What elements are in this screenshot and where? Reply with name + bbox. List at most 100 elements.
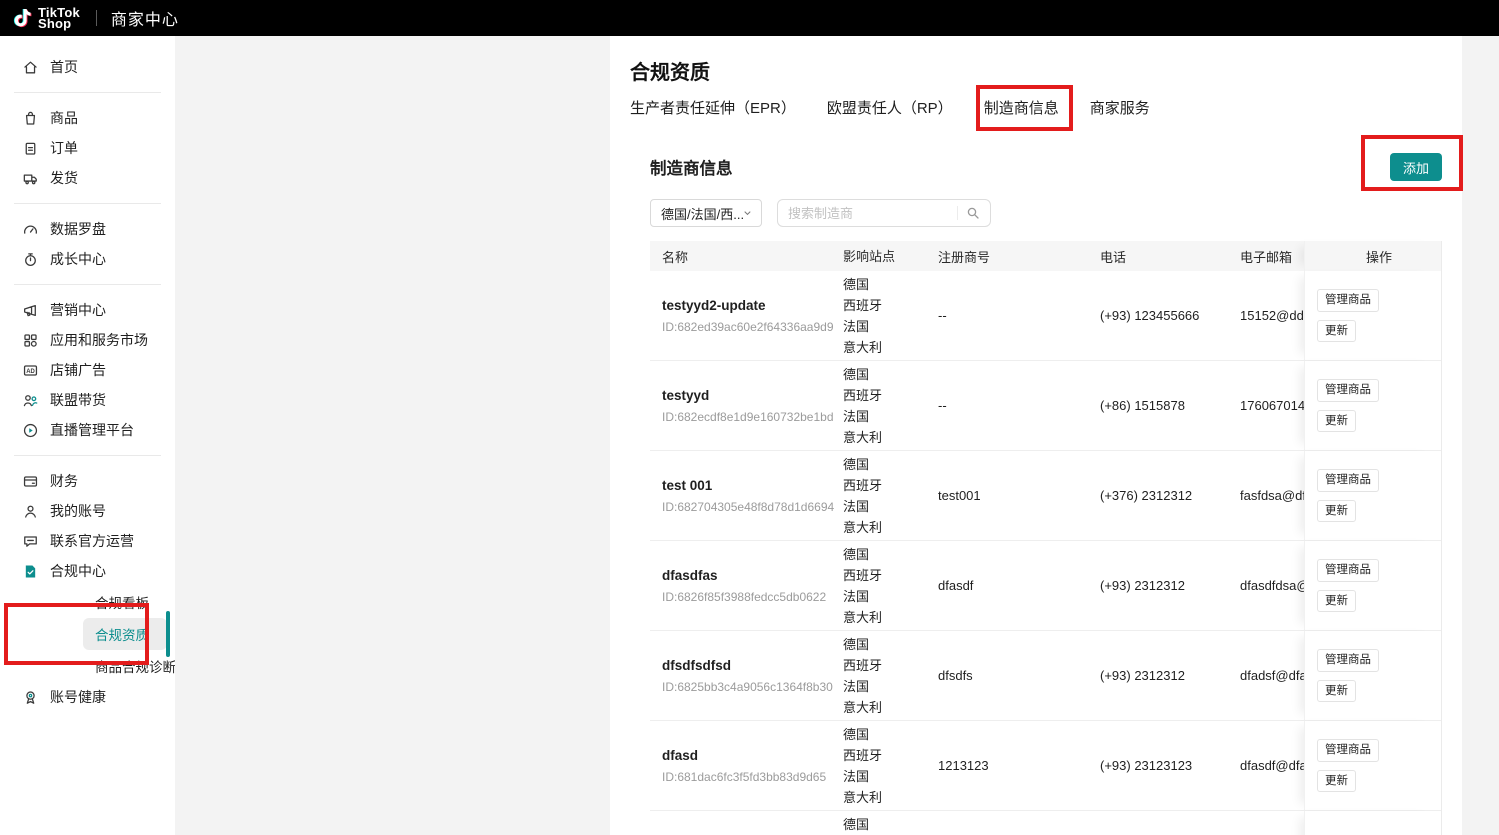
update-button[interactable]: 更新 [1317,320,1356,342]
sidebar-item-marketing-center[interactable]: 营销中心 [0,295,175,325]
site: 法国 [843,586,938,607]
search-box[interactable] [777,199,991,227]
tab-manufacturer-info[interactable]: 制造商信息 [984,97,1059,129]
site: 德国 [843,634,938,655]
cell-registration-no: -- [938,398,1100,413]
sidebar-item-my-account[interactable]: 我的账号 [0,496,175,526]
site: 意大利 [843,517,938,538]
column-header-1: 影响站点 [843,246,938,267]
affiliate-icon [22,392,39,409]
sidebar-item-growth-center[interactable]: 成长中心 [0,244,175,274]
site: 西班牙 [843,385,938,406]
site: 德国 [843,364,938,385]
manage-products-button[interactable]: 管理商品 [1317,379,1379,401]
tab-rp[interactable]: 欧盟责任人（RP） [827,97,953,129]
cell-actions: 管理商品更新 [1304,271,1441,360]
sidebar-item-label: 联盟带货 [50,390,106,410]
sidebar-item-home[interactable]: 首页 [0,52,175,82]
manufacturer-id: ID:6826f85f3988fedcc5db0622 [662,590,843,604]
site: 西班牙 [843,475,938,496]
table-row: dfasdID:681dac6fc3f5fd3bb83d9d65德国西班牙法国意… [650,721,1441,811]
site: 德国 [843,544,938,565]
add-button[interactable]: 添加 [1390,153,1442,181]
update-button[interactable]: 更新 [1317,770,1356,792]
cell-registration-no: 1213123 [938,758,1100,773]
contact-icon [22,533,39,550]
compliance-icon [22,563,39,580]
sidebar-subitem-compliance-qualification[interactable]: 合规资质 [83,618,167,650]
table-row: testyyd2-updateID:682ed39ac60e2f64336aa9… [650,271,1441,361]
sidebar-item-products[interactable]: 商品 [0,103,175,133]
finance-icon [22,473,39,490]
site-filter-dropdown[interactable]: 德国/法国/西... [650,199,762,227]
table-header-row: 名称影响站点注册商号电话电子邮箱操作 [650,241,1441,271]
sidebar-item-compliance-center[interactable]: 合规中心 [0,556,175,586]
product-icon [22,110,39,127]
cell-actions: 管理商品更新 [1304,361,1441,450]
sidebar-item-finance[interactable]: 财务 [0,466,175,496]
site: 意大利 [843,337,938,358]
manage-products-button[interactable]: 管理商品 [1317,649,1379,671]
site: 意大利 [843,787,938,808]
sidebar-item-label: 财务 [50,471,78,491]
tiktok-shop-logo[interactable]: TikTok Shop [10,6,80,30]
manufacturer-id: ID:6825bb3c4a9056c1364f8b30 [662,680,843,694]
cell-actions [1304,811,1441,835]
sidebar-menu: 首页商品订单发货数据罗盘成长中心营销中心应用和服务市场 AD 店铺广告联盟带货直播管… [0,52,175,712]
page-title: 合规资质 [630,56,1442,84]
panel-header: 制造商信息 添加 [650,147,1442,187]
cell-sites: 德国西班牙法国意大利 [843,724,938,808]
brand-text: TikTok Shop [38,7,80,29]
table-row: dfsdfsdfsdID:6825bb3c4a9056c1364f8b30德国西… [650,631,1441,721]
sidebar-item-contact-official[interactable]: 联系官方运营 [0,526,175,556]
tab-merchant-services[interactable]: 商家服务 [1090,97,1150,129]
sidebar-subitem-product-compliance-check[interactable]: 商品合规诊断 [83,650,167,682]
update-button[interactable]: 更新 [1317,680,1356,702]
sidebar-item-live-platform[interactable]: 直播管理平台 [0,415,175,445]
search-icon [966,206,980,220]
update-button[interactable]: 更新 [1317,410,1356,432]
sidebar-item-affiliate[interactable]: 联盟带货 [0,385,175,415]
site: 德国 [843,724,938,745]
manage-products-button[interactable]: 管理商品 [1317,739,1379,761]
live-icon [22,422,39,439]
svg-text:AD: AD [26,368,35,374]
column-header-2: 注册商号 [938,247,1100,266]
cell-phone: (+93) 123455666 [1100,308,1240,323]
update-button[interactable]: 更新 [1317,590,1356,612]
sidebar-item-shop-ads[interactable]: AD 店铺广告 [0,355,175,385]
table-row: 德国西班牙法国意大利 [650,811,1441,835]
column-header-5: 操作 [1304,241,1441,271]
sidebar-item-label: 直播管理平台 [50,420,134,440]
manage-products-button[interactable]: 管理商品 [1317,559,1379,581]
cell-sites: 德国西班牙法国意大利 [843,454,938,538]
sidebar-item-label: 营销中心 [50,300,106,320]
cell-phone: (+86) 1515878 [1100,398,1240,413]
sidebar-item-app-service-market[interactable]: 应用和服务市场 [0,325,175,355]
health-icon [22,689,39,706]
sidebar-item-label: 发货 [50,168,78,188]
sidebar-item-label: 数据罗盘 [50,219,106,239]
sidebar-subitem-compliance-dashboard[interactable]: 合规看板 [83,586,167,618]
sidebar-item-label: 联系官方运营 [50,531,134,551]
cell-name: testyyd2-updateID:682ed39ac60e2f64336aa9… [650,298,843,334]
sidebar: 首页商品订单发货数据罗盘成长中心营销中心应用和服务市场 AD 店铺广告联盟带货直播管… [0,36,175,835]
cell-name: dfasdID:681dac6fc3f5fd3bb83d9d65 [650,748,843,784]
tab-epr[interactable]: 生产者责任延伸（EPR） [630,97,796,129]
manage-products-button[interactable]: 管理商品 [1317,289,1379,311]
sidebar-item-account-health[interactable]: 账号健康 [0,682,175,712]
sidebar-item-label: 我的账号 [50,501,106,521]
update-button[interactable]: 更新 [1317,500,1356,522]
sidebar-item-label: 店铺广告 [50,360,106,380]
sidebar-item-data-compass[interactable]: 数据罗盘 [0,214,175,244]
site: 法国 [843,676,938,697]
home-icon [22,59,39,76]
sidebar-divider [14,284,161,285]
ad-icon: AD [22,362,39,379]
sidebar-item-shipping[interactable]: 发货 [0,163,175,193]
manage-products-button[interactable]: 管理商品 [1317,469,1379,491]
search-input[interactable] [788,206,953,221]
tabs: 生产者责任延伸（EPR） 欧盟责任人（RP） 制造商信息商家服务 [630,97,1442,129]
sidebar-item-orders[interactable]: 订单 [0,133,175,163]
cell-registration-no: -- [938,308,1100,323]
